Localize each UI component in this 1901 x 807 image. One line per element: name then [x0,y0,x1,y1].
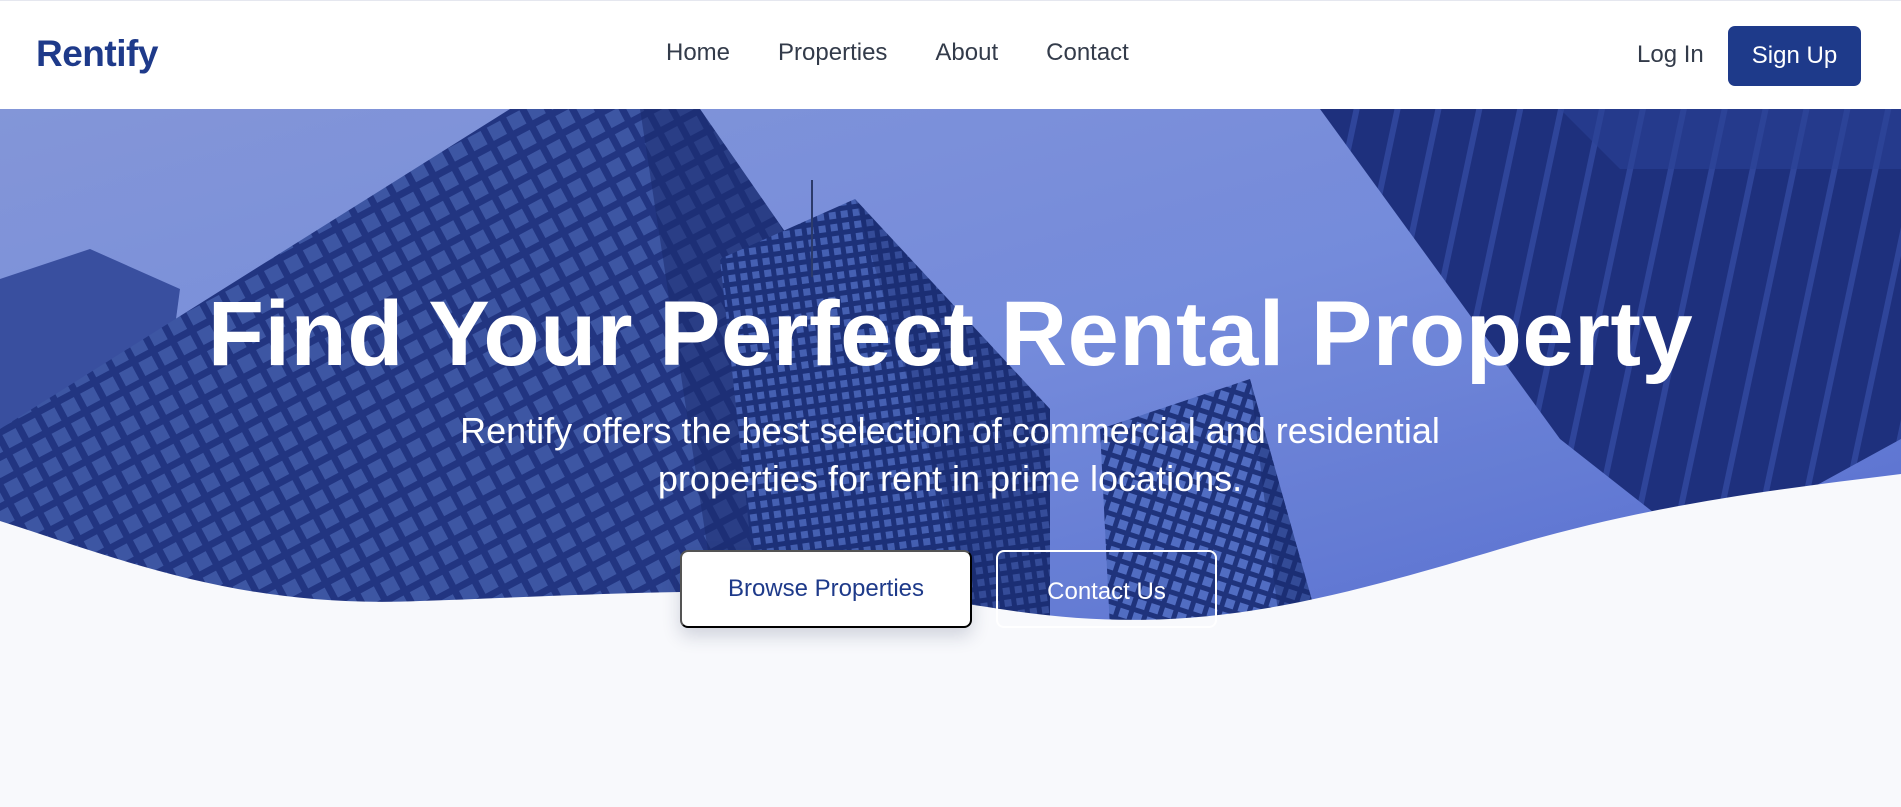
main-nav: Home Properties About Contact [666,41,1129,65]
nav-link-properties[interactable]: Properties [778,41,887,65]
login-link[interactable]: Log In [1637,43,1704,67]
hero-title: Find Your Perfect Rental Property [207,283,1694,385]
text-cursor [811,180,813,277]
page: Rentify Home Properties About Contact Lo… [0,0,1901,807]
contact-us-button[interactable]: Contact Us [996,550,1217,628]
hero-subtitle: Rentify offers the best selection of com… [460,410,1440,499]
nav-link-home[interactable]: Home [666,41,730,65]
signup-button[interactable]: Sign Up [1728,26,1861,86]
brand-logo[interactable]: Rentify [36,35,158,72]
nav-link-about[interactable]: About [935,41,998,65]
top-navbar: Rentify Home Properties About Contact Lo… [0,0,1901,109]
browse-properties-button[interactable]: Browse Properties [680,550,972,628]
nav-link-contact[interactable]: Contact [1046,41,1129,65]
